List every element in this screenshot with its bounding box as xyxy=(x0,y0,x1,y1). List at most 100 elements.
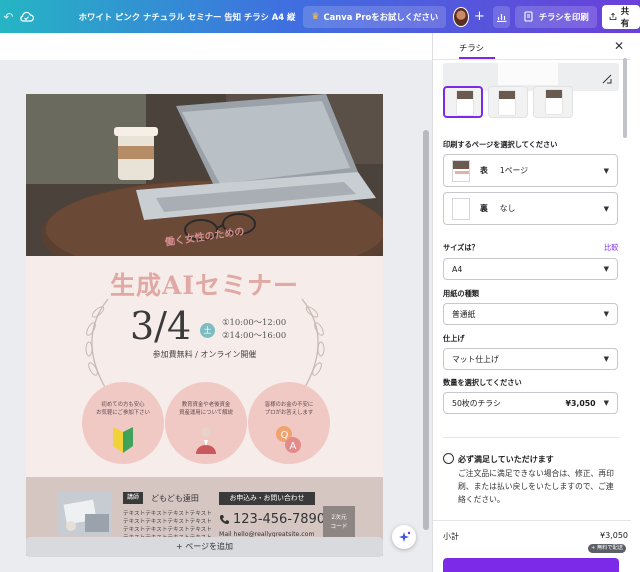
laurel-right-icon xyxy=(301,298,325,390)
size-value: A4 xyxy=(452,264,463,274)
finish-label: 仕上げ xyxy=(443,334,465,343)
panel-header: チラシ ✕ xyxy=(433,33,632,60)
quantity-label: 数量を選択してください xyxy=(443,378,522,387)
editor-canvas[interactable]: 働く女性のための 生成AIセミナー 3/4 土 ①10:00～12:00 ②14… xyxy=(0,33,432,572)
preview-thumbnail[interactable] xyxy=(443,86,483,118)
free-shipping-badge: + 無料で配送 xyxy=(588,544,626,553)
businesswoman-icon xyxy=(196,427,216,454)
try-canva-pro-button[interactable]: ♛ Canva Proをお試しください xyxy=(303,5,447,28)
size-label: サイズは？ xyxy=(443,243,479,252)
magic-assistant-button[interactable] xyxy=(392,525,416,549)
lecturer-badge: 講師 xyxy=(123,492,143,504)
attendance-info: 参加費無料 / オンライン開催 xyxy=(152,350,257,359)
weekday-badge: 土 xyxy=(200,323,215,338)
tab-flyer[interactable]: チラシ xyxy=(459,42,484,54)
panel-scrollbar-thumb[interactable] xyxy=(623,58,627,138)
cloud-sync-icon[interactable] xyxy=(17,11,37,23)
divider xyxy=(443,437,619,438)
avatar[interactable] xyxy=(453,6,470,27)
add-page-button[interactable]: + ページを追加 xyxy=(26,537,383,557)
chevron-down-icon: ▼ xyxy=(603,355,609,363)
front-page-select[interactable]: 表 1ページ ▼ xyxy=(443,154,618,187)
feature-text: 教育資金や老後資金 資産運用について解説 xyxy=(179,402,233,416)
share-label: 共有 xyxy=(620,5,630,28)
try-canva-pro-label: Canva Proをお試しください xyxy=(323,11,439,22)
paper-label: 用紙の種類 xyxy=(443,289,479,298)
undo-icon[interactable]: ↶ xyxy=(0,10,17,24)
quantity-select[interactable]: 50枚のチラシ ¥3,050 ▼ xyxy=(443,392,618,414)
phone-text: 123-456-7890 xyxy=(233,512,326,527)
qr-label: コード xyxy=(330,524,348,530)
blank-page-icon xyxy=(452,197,470,220)
phone-number: 123-456-7890 xyxy=(219,512,325,527)
pages-label: 印刷するページを選択してください xyxy=(443,140,558,149)
paper-select[interactable]: 普通紙 ▼ xyxy=(443,303,618,325)
size-select[interactable]: A4 ▼ xyxy=(443,258,618,280)
design-title[interactable]: ホワイト ピンク ナチュラル セミナー 告知 チラシ A4 縦 xyxy=(79,11,296,23)
qr-label: 2次元 xyxy=(331,515,347,521)
canvas-toolbar xyxy=(0,33,432,60)
seminar-title: 生成AIセミナー xyxy=(109,271,300,300)
close-icon[interactable]: ✕ xyxy=(614,39,624,53)
bar-chart-icon xyxy=(496,13,507,22)
guarantee-title: 必ず満足していただけます xyxy=(458,455,554,464)
back-page-select[interactable]: 裏 なし ▼ xyxy=(443,192,618,225)
svg-text:A: A xyxy=(290,441,297,452)
feature-circle: 皆様のお金の不安に プロがお答えします Q A xyxy=(248,382,330,464)
print-flyer-label: チラシを印刷 xyxy=(538,11,589,22)
event-date: 3/4 xyxy=(130,304,192,348)
canvas-scrollbar-thumb[interactable] xyxy=(423,130,429,530)
feature-circle: 教育資金や老後資金 資産運用について解説 xyxy=(165,382,247,464)
front-label: 表 xyxy=(480,166,488,175)
smile-icon xyxy=(443,453,454,464)
lecturer-name: どもども遠田 xyxy=(151,494,199,503)
session-time-1: ①10:00～12:00 xyxy=(222,317,287,327)
quantity-value: 50枚のチラシ xyxy=(452,398,501,408)
subtotal-label: 小計 xyxy=(443,532,459,541)
compare-link[interactable]: 比較 xyxy=(604,243,618,253)
feature-text: 皆様のお金の不安に プロがお答えします xyxy=(264,402,314,416)
phone-icon xyxy=(219,515,229,524)
share-icon xyxy=(609,12,617,21)
print-flyer-button[interactable]: チラシを印刷 xyxy=(514,5,597,28)
chevron-down-icon: ▼ xyxy=(603,204,609,213)
back-label: 裏 xyxy=(480,204,488,213)
page-thumbnail-icon xyxy=(452,159,470,182)
quantity-price: ¥3,050 xyxy=(565,398,596,408)
preview-thumbnail[interactable] xyxy=(488,86,528,118)
feature-circle: 初めての方も安心 お気軽にご参加下さい xyxy=(82,382,164,464)
bio-line: テキストテキストテキストテキスト xyxy=(123,527,212,533)
front-value: 1ページ xyxy=(499,166,528,175)
print-panel: チラシ ✕ 印刷するページを選択してください 表 1ページ ▼ 裏 なし ▼ サ… xyxy=(432,33,632,572)
contact-heading: お申込み・お問い合わせ xyxy=(219,492,315,505)
bio-line: テキストテキストテキストテキスト xyxy=(123,519,212,525)
session-time-2: ②14:00～16:00 xyxy=(222,330,287,340)
flyer-page[interactable]: 働く女性のための 生成AIセミナー 3/4 土 ①10:00～12:00 ②14… xyxy=(26,94,383,556)
continue-button[interactable] xyxy=(443,558,619,572)
top-bar: ↶ ホワイト ピンク ナチュラル セミナー 告知 チラシ A4 縦 ♛ Canv… xyxy=(0,0,640,33)
chevron-down-icon: ▼ xyxy=(603,166,609,175)
subtotal-value: ¥3,050 xyxy=(600,531,628,540)
print-icon xyxy=(524,11,533,22)
crown-icon: ♛ xyxy=(311,11,320,22)
insights-button[interactable] xyxy=(492,5,510,28)
bio-line: テキストテキストテキストテキスト xyxy=(123,511,212,517)
subtotal-bar: 小計 ¥3,050 + 無料で配送 xyxy=(433,520,632,572)
finish-value: マット仕上げ xyxy=(452,354,499,364)
preview-thumbnail[interactable] xyxy=(533,86,573,118)
qr-code-placeholder: 2次元 コード xyxy=(323,506,355,539)
paper-value: 普通紙 xyxy=(452,309,476,319)
chevron-down-icon: ▼ xyxy=(603,310,609,318)
add-collaborator-button[interactable]: + xyxy=(474,9,485,24)
chevron-down-icon: ▼ xyxy=(603,399,609,407)
svg-text:Q: Q xyxy=(281,430,289,441)
lecturer-photo xyxy=(57,492,112,536)
beginner-mark-icon xyxy=(113,427,133,453)
finish-select[interactable]: マット仕上げ ▼ xyxy=(443,348,618,370)
chevron-down-icon: ▼ xyxy=(603,265,609,273)
laurel-left-icon xyxy=(85,298,109,390)
qa-bubble-icon: Q A xyxy=(276,426,301,453)
share-button[interactable]: 共有 xyxy=(601,4,640,29)
back-value: なし xyxy=(499,204,516,213)
tab-indicator xyxy=(459,57,495,59)
